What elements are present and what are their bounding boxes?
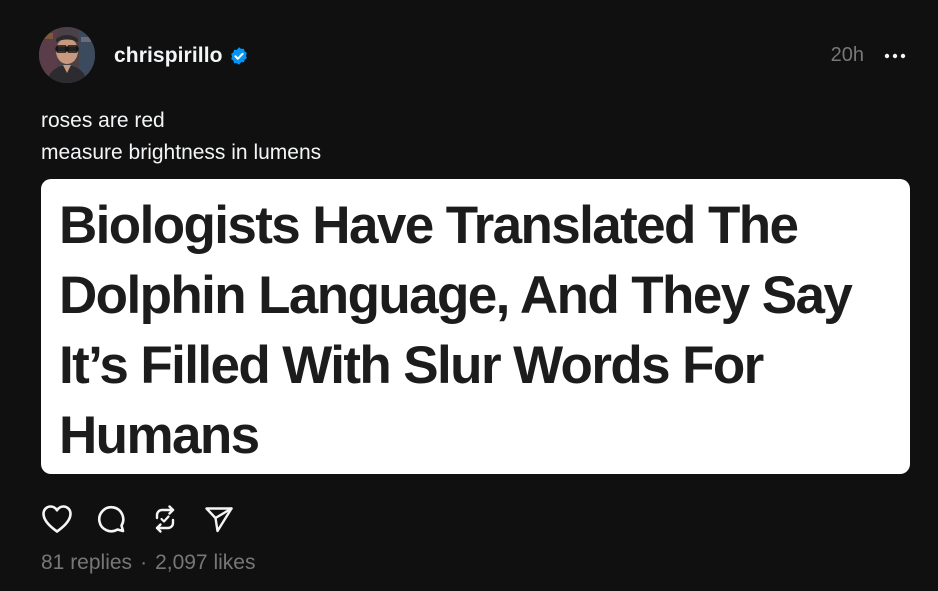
profile-photo-icon xyxy=(39,27,95,83)
comment-icon xyxy=(97,505,125,533)
action-bar xyxy=(40,503,236,535)
post-image[interactable]: Biologists Have Translated The Dolphin L… xyxy=(41,179,910,474)
like-button[interactable] xyxy=(40,503,74,535)
avatar[interactable] xyxy=(39,27,95,83)
username[interactable]: chrispirillo xyxy=(114,44,223,68)
headline-line: Dolphin Language, And They Say xyxy=(59,266,853,325)
headline-line: Humans xyxy=(59,406,260,465)
post-stats: 81 replies · 2,097 likes xyxy=(41,551,255,575)
more-options-icon[interactable] xyxy=(880,44,910,68)
headline-line: It’s Filled With Slur Words For xyxy=(59,336,764,395)
thread-post: chrispirillo 20h roses are red measure b… xyxy=(0,0,938,591)
post-timestamp: 20h xyxy=(830,44,864,66)
image-headline: Biologists Have Translated The Dolphin L… xyxy=(59,191,904,471)
repost-icon xyxy=(155,505,175,533)
replies-count[interactable]: 81 replies xyxy=(41,551,132,575)
author-row: chrispirillo xyxy=(114,42,249,70)
post-caption: roses are red measure brightness in lume… xyxy=(41,105,321,169)
headline-line: Biologists Have Translated The xyxy=(59,196,799,255)
repost-button[interactable] xyxy=(148,503,182,535)
verified-badge-icon xyxy=(229,46,249,66)
caption-line: roses are red xyxy=(41,109,165,132)
likes-count[interactable]: 2,097 likes xyxy=(155,551,255,575)
heart-icon xyxy=(42,505,72,533)
send-icon xyxy=(205,507,233,533)
caption-line: measure brightness in lumens xyxy=(41,141,322,164)
share-button[interactable] xyxy=(202,503,236,535)
reply-button[interactable] xyxy=(94,503,128,535)
stats-separator: · xyxy=(140,551,148,574)
